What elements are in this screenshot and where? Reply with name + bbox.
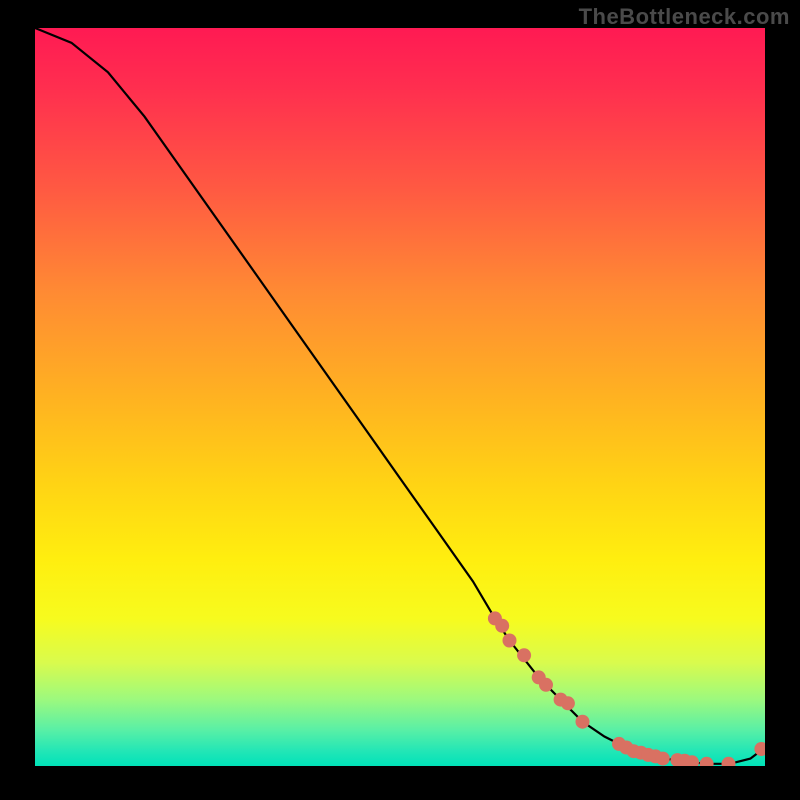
marker-dot: [656, 752, 670, 766]
marker-dot: [722, 757, 736, 766]
marker-dot: [576, 715, 590, 729]
chart-frame: TheBottleneck.com: [0, 0, 800, 800]
marker-dot: [495, 619, 509, 633]
watermark-text: TheBottleneck.com: [579, 4, 790, 30]
bottleneck-markers: [488, 611, 765, 766]
marker-dot: [561, 696, 575, 710]
plot-area: [35, 28, 765, 766]
marker-dot: [517, 648, 531, 662]
marker-dot: [503, 634, 517, 648]
marker-dot: [539, 678, 553, 692]
bottleneck-curve: [35, 28, 765, 764]
chart-svg: [35, 28, 765, 766]
marker-dot: [700, 757, 714, 766]
